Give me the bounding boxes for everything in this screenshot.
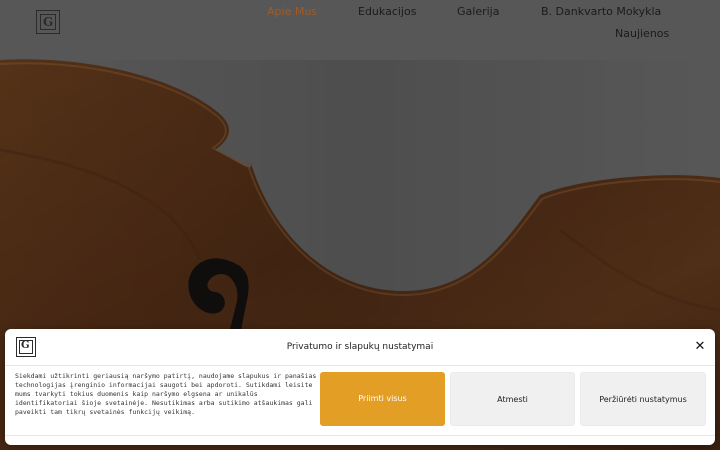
cookie-divider bbox=[5, 365, 715, 366]
accept-all-button[interactable]: Priimti visus bbox=[320, 372, 445, 426]
nav-item-apie-mus[interactable]: Apie Mus bbox=[267, 5, 317, 18]
nav-item-naujienos[interactable]: Naujienos bbox=[615, 27, 669, 40]
deny-button[interactable]: Atmesti bbox=[450, 372, 575, 426]
logo-letter: G bbox=[43, 15, 54, 29]
nav-item-edukacijos[interactable]: Edukacijos bbox=[358, 5, 416, 18]
close-icon[interactable]: ✕ bbox=[693, 340, 707, 354]
site-header: G Apie Mus Edukacijos Galerija B. Dankva… bbox=[0, 0, 720, 48]
cookie-title: Privatumo ir slapukų nustatymai bbox=[286, 342, 434, 352]
nav-item-galerija[interactable]: Galerija bbox=[457, 5, 499, 18]
cookie-description: Siekdami užtikrinti geriausią naršymo pa… bbox=[15, 372, 317, 416]
nav-item-b-dankvarto-mokykla[interactable]: B. Dankvarto Mokykla bbox=[541, 5, 661, 18]
cookie-consent-dialog: G Privatumo ir slapukų nustatymai ✕ Siek… bbox=[5, 329, 715, 445]
cookie-bottom-divider bbox=[5, 435, 715, 436]
view-preferences-button[interactable]: Peržiūrėti nustatymus bbox=[580, 372, 706, 426]
site-logo[interactable]: G bbox=[36, 10, 60, 34]
